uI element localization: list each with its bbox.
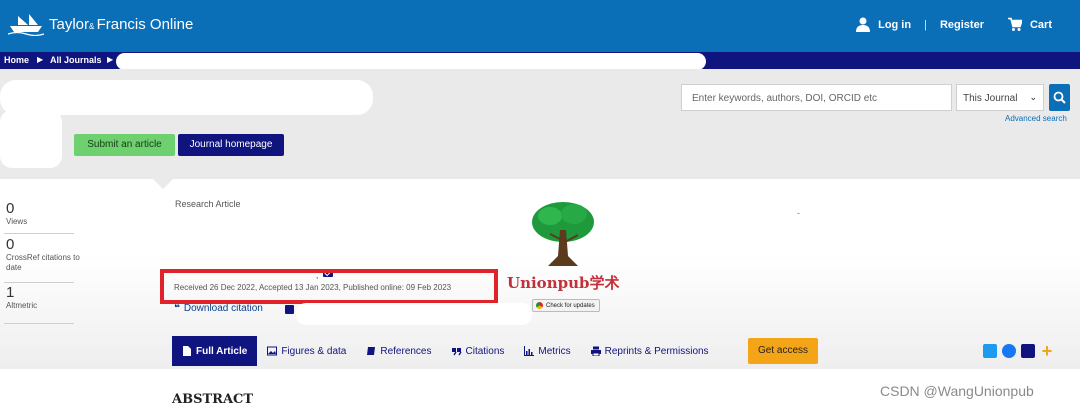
download-citation-label: Download citation — [183, 303, 263, 314]
search-scope-select[interactable]: This Journal ⌄ — [956, 84, 1044, 111]
get-access-button[interactable]: Get access — [748, 338, 818, 364]
abstract-heading: ABSTRACT — [172, 392, 254, 407]
breadcrumb-home[interactable]: Home — [4, 55, 29, 65]
tab-metrics[interactable]: Metrics — [514, 336, 580, 366]
advanced-search-link[interactable]: Advanced search — [1005, 114, 1067, 123]
check-updates-label: Check for updates — [546, 302, 595, 309]
email-icon[interactable] — [1021, 344, 1035, 358]
publication-dates: Received 26 Dec 2022, Accepted 13 Jan 20… — [174, 283, 452, 292]
book-icon — [367, 347, 376, 355]
metric-crossref: 0 CrossRef citations to date — [6, 236, 80, 273]
breadcrumb-all-journals[interactable]: All Journals — [50, 55, 102, 65]
top-navigation-bar: Taylor& Francis Online Log in | Register… — [0, 0, 1080, 52]
plus-icon[interactable]: + — [1040, 342, 1054, 360]
login-link[interactable]: Log in — [856, 17, 911, 32]
search-input[interactable]: Enter keywords, authors, DOI, ORCID etc — [681, 84, 952, 111]
cart-icon — [1007, 17, 1022, 31]
redacted-journal-title — [0, 80, 373, 115]
crossmark-icon — [536, 302, 543, 309]
article-tabs: Full Article Figures & data References C… — [172, 336, 719, 366]
tab-full-article-label: Full Article — [196, 345, 248, 357]
metric-divider — [4, 323, 74, 324]
metric-altmetric[interactable]: 1 Altmetric — [6, 284, 74, 311]
redacted-journal-cover — [0, 110, 62, 168]
tab-figures-data-label: Figures & data — [281, 345, 347, 357]
redacted-journal-name — [116, 53, 706, 70]
twitter-icon[interactable] — [983, 344, 997, 358]
article-type: Research Article — [175, 199, 241, 209]
share-icons: + — [983, 342, 1054, 360]
watermark-text: Unionpub学术 — [507, 274, 620, 292]
register-link[interactable]: Register — [940, 19, 984, 31]
login-label: Log in — [878, 18, 912, 31]
tab-reprints-label: Reprints & Permissions — [604, 345, 709, 357]
tab-figures-data[interactable]: Figures & data — [257, 336, 356, 366]
metric-views: 0 Views — [6, 200, 74, 227]
logo-text-2: Francis Online — [96, 15, 194, 33]
breadcrumb-arrow-icon: ▶ — [37, 55, 44, 64]
views-count: 0 — [6, 200, 15, 217]
cart-label: Cart — [1029, 18, 1052, 31]
chevron-down-icon: ⌄ — [1029, 92, 1037, 102]
search-button[interactable] — [1049, 84, 1070, 111]
submit-article-button[interactable]: Submit an article — [74, 134, 175, 156]
redacted-doi — [296, 303, 532, 325]
csdn-watermark: CSDN @WangUnionpub — [880, 383, 1034, 399]
altmetric-count: 1 — [6, 284, 15, 301]
search-scope-value: This Journal — [963, 93, 1018, 104]
doi-link-icon[interactable] — [285, 305, 294, 314]
nav-separator: | — [924, 18, 927, 31]
breadcrumb-arrow-icon: ▶ — [107, 55, 114, 64]
check-for-updates-badge[interactable]: Check for updates — [532, 299, 600, 312]
tab-metrics-label: Metrics — [538, 345, 571, 357]
journal-homepage-button[interactable]: Journal homepage — [178, 134, 284, 156]
metric-divider — [4, 233, 74, 234]
download-citation-link[interactable]: ❝ Download citation — [174, 303, 263, 314]
register-label: Register — [939, 18, 984, 31]
quote-icon: ❝ — [174, 303, 180, 314]
tab-citations[interactable]: Citations — [442, 336, 515, 366]
ship-logo-icon — [8, 14, 44, 36]
tab-references-label: References — [380, 345, 432, 357]
user-icon — [856, 17, 871, 32]
tab-citations-label: Citations — [465, 345, 505, 357]
document-icon — [183, 346, 191, 356]
quote-icon — [451, 348, 462, 356]
views-label: Views — [6, 217, 28, 226]
bar-chart-icon — [524, 346, 535, 356]
logo-ampersand: & — [89, 21, 97, 31]
tab-full-article[interactable]: Full Article — [172, 336, 258, 366]
tab-reprints-permissions[interactable]: Reprints & Permissions — [581, 336, 719, 366]
image-icon — [267, 346, 278, 356]
facebook-icon[interactable] — [1002, 344, 1016, 358]
logo-text: Taylor — [49, 15, 90, 33]
tab-references[interactable]: References — [356, 336, 441, 366]
altmetric-label: Altmetric — [6, 301, 38, 310]
printer-icon — [590, 346, 601, 356]
search-placeholder: Enter keywords, authors, DOI, ORCID etc — [692, 93, 878, 104]
crossref-label: CrossRef citations to date — [6, 253, 80, 272]
metric-divider — [4, 282, 74, 283]
title-dash: - — [797, 208, 800, 218]
tree-watermark-icon — [532, 202, 594, 266]
header-notch — [153, 179, 173, 189]
taylor-francis-logo[interactable]: Taylor& Francis Online — [8, 12, 193, 36]
cart-link[interactable]: Cart — [1007, 17, 1052, 32]
search-icon — [1053, 91, 1066, 104]
crossref-count: 0 — [6, 236, 15, 253]
